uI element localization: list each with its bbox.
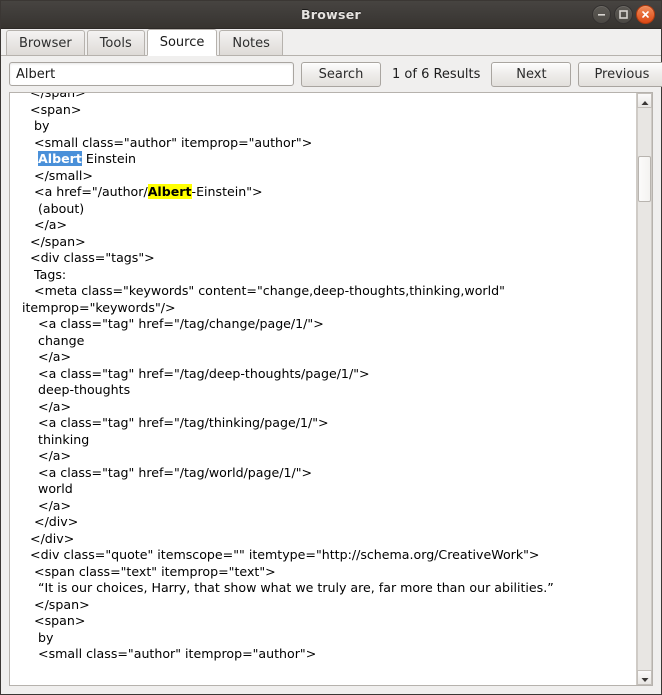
- source-code-line: Albert Einstein: [22, 151, 634, 168]
- vertical-scrollbar[interactable]: [636, 93, 652, 685]
- minimize-icon: [597, 10, 606, 19]
- source-code-line: <div class="tags">: [22, 250, 155, 265]
- maximize-icon: [619, 10, 628, 19]
- source-code-line: <a class="tag" href="/tag/deep-thoughts/…: [22, 365, 370, 381]
- source-code-line: “It is our choices, Harry, that show wha…: [22, 580, 554, 595]
- source-code-line: </div>: [22, 514, 79, 529]
- maximize-button[interactable]: [614, 5, 633, 24]
- tab-browser-label: Browser: [19, 35, 72, 51]
- source-code-line: </a>: [22, 448, 72, 463]
- source-code-line: </span>: [22, 596, 90, 612]
- match-highlight: Albert: [147, 184, 192, 199]
- source-code-line: <small class="author" itemprop="author">: [22, 134, 313, 150]
- source-text-pane[interactable]: </span> <span> by <small class="author" …: [10, 93, 636, 685]
- source-code-line: by: [22, 118, 50, 133]
- browser-window: Browser Browser Tools Source Notes Alber…: [0, 0, 662, 695]
- source-code-line: </a>: [22, 349, 72, 364]
- source-code-text: [22, 151, 38, 166]
- source-code-line: thinking: [22, 431, 90, 447]
- source-code-line: <span>: [22, 613, 86, 628]
- source-code-line: world: [22, 481, 73, 496]
- source-code-line: </a>: [22, 217, 68, 232]
- source-code-line: <meta class="keywords" content="change,d…: [22, 283, 509, 315]
- current-match-highlight: Albert: [38, 151, 82, 166]
- title-bar: Browser: [1, 1, 661, 29]
- source-code-text: -Einstein">: [191, 184, 263, 199]
- source-code-line: </div>: [22, 530, 75, 546]
- tab-source[interactable]: Source: [146, 29, 218, 56]
- source-code-line: Tags:: [22, 266, 67, 282]
- source-code-line: <a class="tag" href="/tag/change/page/1/…: [22, 316, 324, 331]
- source-code-line: change: [22, 332, 85, 348]
- source-code-line: <span>: [22, 101, 82, 117]
- tab-source-label: Source: [159, 35, 205, 50]
- scroll-down-icon: [641, 668, 649, 685]
- source-code-text: <a href="/author/: [22, 184, 148, 199]
- previous-button-label: Previous: [594, 66, 650, 82]
- source-lines: </span> <span> by <small class="author" …: [22, 93, 634, 663]
- source-code-line: <a class="tag" href="/tag/world/page/1/"…: [22, 464, 313, 480]
- source-code-line: by: [22, 629, 54, 645]
- source-code-line: <small class="author" itemprop="author">: [22, 646, 317, 661]
- source-code-line: <a href="/author/Albert-Einstein">: [22, 184, 634, 201]
- tab-notes[interactable]: Notes: [219, 30, 283, 55]
- source-code-line: </small>: [22, 167, 93, 183]
- source-code-line: <span class="text" itemprop="text">: [22, 563, 276, 579]
- source-view: </span> <span> by <small class="author" …: [9, 92, 653, 686]
- tab-tools[interactable]: Tools: [86, 30, 145, 55]
- scroll-up-button[interactable]: [637, 93, 652, 108]
- tab-browser[interactable]: Browser: [6, 30, 85, 55]
- source-code-text: Einstein: [81, 151, 137, 166]
- tab-tools-label: Tools: [99, 35, 132, 51]
- source-code-line: </a>: [22, 497, 72, 513]
- source-code-line: <div class="quote" itemscope="" itemtype…: [22, 547, 540, 562]
- previous-button[interactable]: Previous: [578, 61, 662, 87]
- source-code-line: deep-thoughts: [22, 382, 131, 397]
- close-icon: [641, 10, 650, 19]
- close-button[interactable]: [636, 5, 655, 24]
- source-code-line: <a class="tag" href="/tag/thinking/page/…: [22, 415, 329, 430]
- minimize-button[interactable]: [592, 5, 611, 24]
- results-count-label: 1 of 6 Results: [392, 66, 481, 82]
- source-code-line: </span>: [22, 93, 634, 102]
- tab-notes-label: Notes: [232, 35, 270, 51]
- next-button[interactable]: Next: [491, 61, 572, 87]
- next-button-label: Next: [516, 66, 547, 82]
- search-button-label: Search: [318, 66, 364, 82]
- source-code-line: </span>: [22, 233, 86, 249]
- source-code-line: </a>: [22, 398, 72, 414]
- search-toolbar: Search 1 of 6 Results Next Previous: [1, 56, 662, 92]
- scrollbar-thumb[interactable]: [638, 156, 651, 202]
- window-controls: [592, 1, 655, 28]
- source-code-line: (about): [22, 200, 85, 216]
- scroll-down-button[interactable]: [637, 670, 652, 685]
- search-button[interactable]: Search: [301, 61, 381, 87]
- tab-bar: Browser Tools Source Notes: [1, 29, 661, 56]
- window-title: Browser: [300, 7, 361, 22]
- search-input[interactable]: [9, 62, 294, 86]
- scrollbar-track[interactable]: [637, 108, 652, 670]
